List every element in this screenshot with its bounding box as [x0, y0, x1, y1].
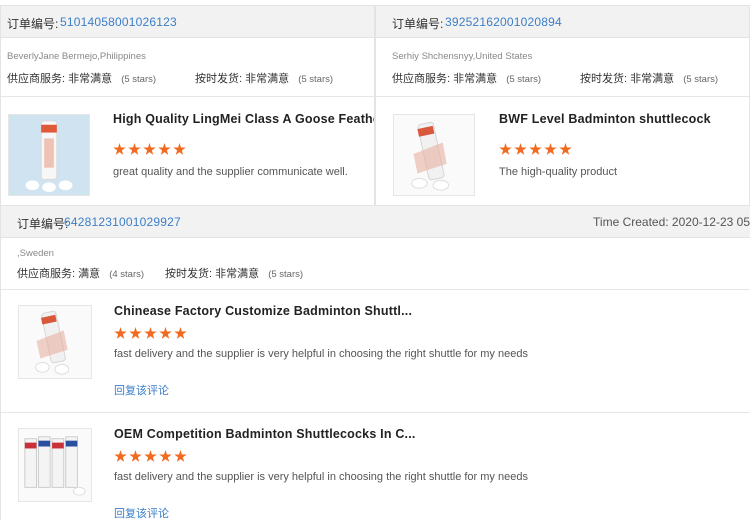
supplier-stars-note: (5 stars) [506, 74, 542, 85]
star-icon [159, 327, 172, 339]
order-number-label: 订单编号: [7, 17, 59, 31]
product-title[interactable]: BWF Level Badminton shuttlecock [499, 112, 749, 126]
supplier-service-value: 非常满意 [453, 73, 498, 85]
supplier-service-label: 供应商服务: [7, 73, 66, 85]
star-icon [113, 143, 126, 155]
star-icon [559, 143, 572, 155]
rating-row: 供应商服务: 非常满意 (5 stars) 按时发货: 非常满意 (5 star… [392, 70, 718, 86]
order-header: 订单编号: 5101405800102612​3 [1, 6, 374, 38]
order-header: 订单编号: 39252162001020894 [376, 6, 749, 38]
product-thumbnail[interactable] [8, 114, 90, 196]
order-number-link[interactable]: 39252162001020894 [445, 15, 562, 29]
on-time-label: 按时发货: [580, 73, 628, 85]
star-icon [514, 143, 527, 155]
star-icon [114, 450, 127, 462]
product-title[interactable]: OEM Competition Badminton Shuttlecocks I… [114, 427, 494, 441]
supplier-service-label: 供应商服务: [392, 73, 451, 85]
on-time-stars-note: (5 stars) [683, 74, 719, 85]
divider [1, 96, 374, 97]
star-icon [129, 450, 142, 462]
divider [376, 96, 749, 97]
rating-row: 供应商服务: 满意 (4 stars) 按时发货: 非常满意 (5 stars) [17, 265, 303, 281]
supplier-service-value: 满意 [78, 268, 101, 280]
shuttlecock-tubes-image [19, 429, 91, 501]
review-comment: fast delivery and the supplier is very h… [114, 471, 528, 483]
supplier-service-label: 供应商服务: [17, 268, 76, 280]
star-icon [144, 450, 157, 462]
star-icon [159, 450, 172, 462]
supplier-stars-note: (5 stars) [121, 74, 157, 85]
order-number-label: 订单编号: [17, 217, 69, 231]
star-icon [174, 450, 187, 462]
star-icon [158, 143, 171, 155]
star-rating [114, 327, 187, 340]
product-thumbnail[interactable] [18, 428, 92, 502]
buyer-name: Serhiy Shchensnyy,United States [392, 51, 533, 62]
reply-link[interactable]: 回复该评论 [114, 505, 169, 520]
buyer-name: BeverlyJane Bermejo,Philippines [7, 51, 146, 62]
star-icon [114, 327, 127, 339]
product-title[interactable]: High Quality LingMei Class A Goose Feath… [113, 112, 374, 126]
product-thumbnail[interactable] [18, 305, 92, 379]
order-header: 订单编号: 64281231001029927 Time Created: 20… [1, 206, 750, 238]
star-icon [143, 143, 156, 155]
order-number-label: 订单编号: [392, 17, 444, 31]
on-time-value: 非常满意 [630, 73, 675, 85]
star-rating [114, 450, 187, 463]
on-time-label: 按时发货: [165, 268, 213, 280]
star-icon [544, 143, 557, 155]
on-time-stars-note: (5 stars) [268, 269, 304, 280]
divider [1, 412, 750, 413]
star-icon [174, 327, 187, 339]
shuttlecock-tube-image [394, 115, 474, 195]
divider [1, 289, 750, 290]
star-icon [128, 143, 141, 155]
time-created: Time Created: 2020-12-23 05 [593, 215, 750, 229]
star-rating [113, 143, 186, 156]
star-icon [129, 327, 142, 339]
order-card-1: 订单编号: 5101405800102612​3 BeverlyJane Ber… [0, 5, 375, 209]
star-icon [173, 143, 186, 155]
star-icon [529, 143, 542, 155]
order-card-3: 订单编号: 64281231001029927 Time Created: 20… [0, 205, 750, 520]
on-time-stars-note: (5 stars) [298, 74, 334, 85]
order-card-2: 订单编号: 39252162001020894 Serhiy Shchensny… [375, 5, 750, 209]
on-time-value: 非常满意 [245, 73, 290, 85]
shuttlecock-tube-image [9, 115, 89, 195]
reply-link[interactable]: 回复该评论 [114, 382, 169, 398]
order-number-link[interactable]: 5101405800102612​3 [60, 15, 177, 29]
order-number-link[interactable]: 64281231001029927 [64, 215, 181, 229]
product-thumbnail[interactable] [393, 114, 475, 196]
on-time-value: 非常满意 [215, 268, 260, 280]
on-time-label: 按时发货: [195, 73, 243, 85]
review-comment: The high-quality product [499, 166, 618, 178]
rating-row: 供应商服务: 非常满意 (5 stars) 按时发货: 非常满意 (5 star… [7, 70, 333, 86]
shuttlecock-tube-image [19, 306, 91, 378]
supplier-stars-note: (4 stars) [109, 269, 145, 280]
star-icon [144, 327, 157, 339]
review-comment: great quality and the supplier communica… [113, 166, 348, 178]
review-comment: fast delivery and the supplier is very h… [114, 348, 528, 360]
star-rating [499, 143, 572, 156]
product-title[interactable]: Chinease Factory Customize Badminton Shu… [114, 304, 494, 318]
supplier-service-value: 非常满意 [68, 73, 113, 85]
buyer-name: ,Sweden [17, 248, 54, 259]
star-icon [499, 143, 512, 155]
